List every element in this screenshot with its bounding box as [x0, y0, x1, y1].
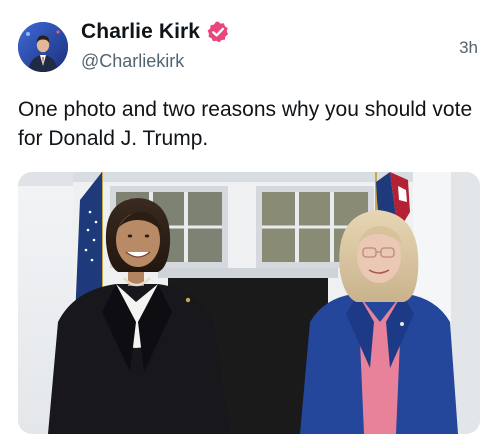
post-timestamp[interactable]: 3h: [459, 38, 478, 58]
author-handle[interactable]: @Charliekirk: [81, 51, 184, 72]
tweet-photo[interactable]: [18, 172, 480, 434]
tweet-card[interactable]: Charlie Kirk @Charliekirk 3h One photo a…: [0, 0, 500, 447]
verified-check-icon: [207, 21, 229, 43]
author-display-name[interactable]: Charlie Kirk: [81, 20, 200, 44]
avatar-image: [18, 22, 68, 72]
author-avatar[interactable]: [18, 22, 68, 72]
tweet-text: One photo and two reasons why you should…: [18, 98, 473, 150]
photo-image: [18, 172, 480, 434]
